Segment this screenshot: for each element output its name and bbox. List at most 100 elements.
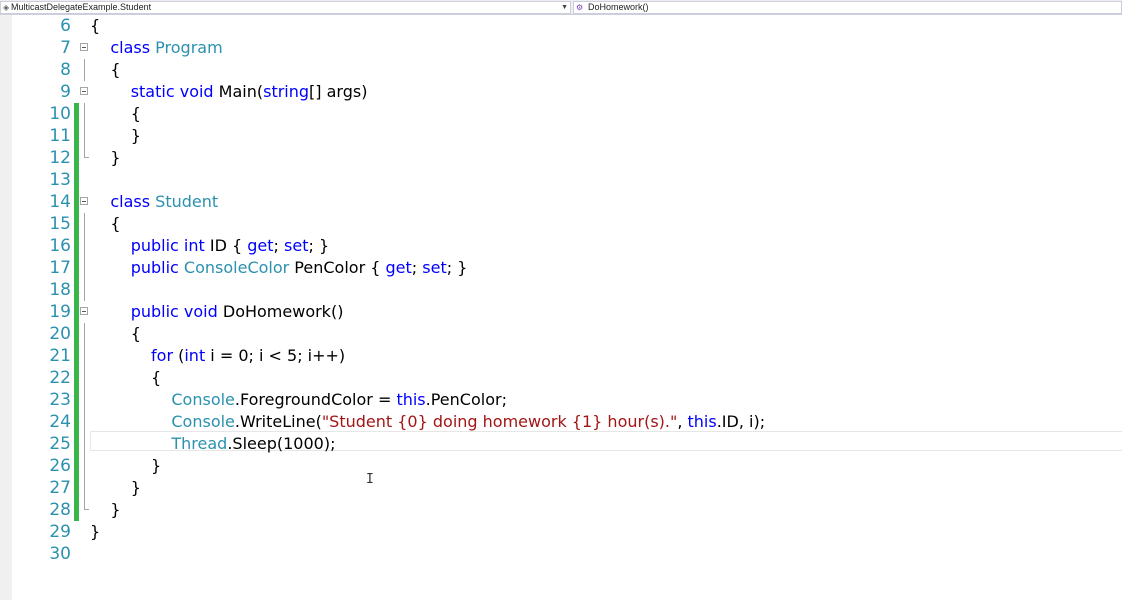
code-text[interactable]: Console.ForegroundColor = this.PenColor; [90, 389, 507, 411]
code-line[interactable]: 22 { [0, 367, 1122, 389]
code-line[interactable]: 13 [0, 169, 1122, 191]
code-text[interactable]: public ConsoleColor PenColor { get; set;… [90, 257, 468, 279]
code-line[interactable]: 9 static void Main(string[] args) [0, 81, 1122, 103]
code-text[interactable]: { [90, 103, 141, 125]
code-text[interactable]: static void Main(string[] args) [90, 81, 368, 103]
change-indicator [74, 169, 79, 191]
code-text[interactable]: { [90, 15, 100, 37]
line-number: 22 [49, 368, 71, 388]
code-token: this [396, 390, 426, 409]
code-line[interactable]: 19 public void DoHomework() [0, 301, 1122, 323]
code-line[interactable]: 30 [0, 543, 1122, 565]
code-text[interactable]: { [90, 213, 120, 235]
code-line[interactable]: 21 for (int i = 0; i < 5; i++) [0, 345, 1122, 367]
chevron-down-icon[interactable]: ▼ [561, 2, 568, 13]
change-indicator [74, 301, 79, 323]
code-token: { [90, 324, 141, 343]
line-number: 10 [49, 104, 71, 124]
code-text[interactable]: } [90, 477, 141, 499]
change-indicator [74, 235, 79, 257]
code-token: this [687, 412, 717, 431]
code-token: class [110, 192, 151, 211]
code-token: } [90, 126, 141, 145]
code-token: Student [155, 192, 219, 211]
code-text[interactable]: { [90, 367, 161, 389]
code-text[interactable]: { [90, 59, 120, 81]
code-token: get [385, 258, 412, 277]
code-line[interactable]: 29} [0, 521, 1122, 543]
ibeam-cursor-icon: I [366, 472, 374, 487]
collapse-icon[interactable] [80, 307, 88, 315]
code-text[interactable]: public int ID { get; set; } [90, 235, 329, 257]
code-text[interactable]: Thread.Sleep(1000); [90, 433, 335, 455]
code-line[interactable]: 8 { [0, 59, 1122, 81]
outline-guide [84, 433, 85, 455]
code-token: Console [171, 390, 235, 409]
code-text[interactable]: public void DoHomework() [90, 301, 344, 323]
outline-guide [84, 59, 85, 81]
collapse-icon[interactable] [80, 87, 88, 95]
code-line[interactable]: 15 { [0, 213, 1122, 235]
code-line[interactable]: 25 Thread.Sleep(1000); [0, 433, 1122, 455]
line-number: 14 [49, 192, 71, 212]
code-text[interactable]: for (int i = 0; i < 5; i++) [90, 345, 345, 367]
code-line[interactable]: 14 class Student [0, 191, 1122, 213]
code-line[interactable]: 17 public ConsoleColor PenColor { get; s… [0, 257, 1122, 279]
class-icon: ◈ [3, 3, 10, 12]
change-indicator [74, 455, 79, 477]
code-token: public [130, 302, 179, 321]
outline-guide [84, 455, 85, 477]
code-token: Main( [213, 82, 264, 101]
collapse-icon[interactable] [80, 197, 88, 205]
code-line[interactable]: 16 public int ID { get; set; } [0, 235, 1122, 257]
code-text[interactable]: } [90, 147, 120, 169]
code-text[interactable]: } [90, 521, 100, 543]
code-token: .ID, i); [716, 412, 766, 431]
code-text[interactable]: Console.WriteLine("Student {0} doing hom… [90, 411, 765, 433]
code-token: void [179, 82, 214, 101]
line-number: 9 [60, 82, 71, 102]
code-text[interactable]: } [90, 455, 161, 477]
code-line[interactable]: 20 { [0, 323, 1122, 345]
code-token: .WriteLine( [234, 412, 322, 431]
line-number: 6 [60, 16, 71, 36]
code-line[interactable]: 27 } [0, 477, 1122, 499]
code-line[interactable]: 11 } [0, 125, 1122, 147]
code-token: int [184, 346, 206, 365]
line-number: 28 [49, 500, 71, 520]
change-indicator [74, 477, 79, 499]
outline-guide [84, 147, 89, 158]
collapse-icon[interactable] [80, 43, 88, 51]
code-line[interactable]: 18 [0, 279, 1122, 301]
change-indicator [74, 279, 79, 301]
method-icon: ⚙ [576, 3, 584, 12]
change-indicator [74, 103, 79, 125]
code-line[interactable]: 28 } [0, 499, 1122, 521]
member-dropdown[interactable]: ⚙ DoHomework() [573, 1, 1122, 14]
code-token: { [90, 368, 162, 387]
code-line[interactable]: 10 { [0, 103, 1122, 125]
code-line[interactable]: 24 Console.WriteLine("Student {0} doing … [0, 411, 1122, 433]
code-token: ConsoleColor [183, 258, 290, 277]
code-text[interactable]: class Student [90, 191, 218, 213]
outline-guide [84, 367, 85, 389]
outline-guide [84, 235, 85, 257]
line-number: 16 [49, 236, 71, 256]
line-number: 17 [49, 258, 71, 278]
code-text[interactable]: } [90, 499, 120, 521]
code-line[interactable]: 6{ [0, 15, 1122, 37]
code-editor[interactable]: 6{7 class Program 8 {9 static void Main(s… [0, 15, 1122, 600]
code-text[interactable]: class Program [90, 37, 223, 59]
line-number: 19 [49, 302, 71, 322]
code-token: Thread [171, 434, 228, 453]
code-text[interactable]: } [90, 125, 141, 147]
code-line[interactable]: 12 } [0, 147, 1122, 169]
code-token: Program [155, 38, 223, 57]
code-line[interactable]: 26 } [0, 455, 1122, 477]
type-dropdown[interactable]: ◈ MulticastDelegateExample.Student ▼ [0, 1, 571, 14]
code-text[interactable]: { [90, 323, 141, 345]
code-line[interactable]: 7 class Program [0, 37, 1122, 59]
code-line[interactable]: 23 Console.ForegroundColor = this.PenCol… [0, 389, 1122, 411]
